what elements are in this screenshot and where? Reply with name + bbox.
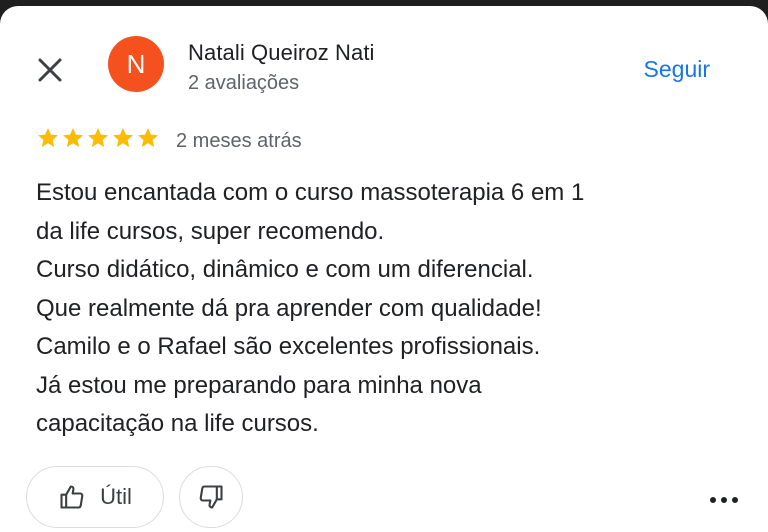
star-icon <box>113 128 133 147</box>
helpful-button[interactable]: Útil <box>26 466 164 528</box>
more-horizontal-icon <box>710 497 738 503</box>
review-text-line: capacitação na life cursos. <box>36 410 319 437</box>
follow-button[interactable]: Seguir <box>644 56 710 83</box>
thumbs-up-icon <box>60 485 84 509</box>
more-options-button[interactable] <box>700 482 748 518</box>
review-text-line: Estou encantada com o curso massoterapia… <box>36 179 585 206</box>
star-icon <box>88 128 108 147</box>
star-icon <box>63 128 83 147</box>
review-text-line: Camilo e o Rafael são excelentes profiss… <box>36 333 541 360</box>
review-text-line: Já estou me preparando para minha nova <box>36 371 482 399</box>
review-text-line: da life cursos, super recomendo. <box>36 217 385 245</box>
helpful-label: Útil <box>100 484 132 509</box>
star-icon <box>38 128 58 147</box>
unhelpful-button[interactable] <box>179 466 243 528</box>
avatar[interactable]: N <box>108 36 164 92</box>
reviewer-review-count: 2 avaliações <box>188 72 300 94</box>
star-icon <box>138 128 158 147</box>
close-button[interactable] <box>30 50 70 90</box>
review-date: 2 meses atrás <box>176 130 302 152</box>
review-text: Estou encantada com o curso massoterapia… <box>36 174 746 444</box>
thumbs-down-icon <box>199 485 223 509</box>
review-text-line: Curso didático, dinâmico e com um difere… <box>36 256 534 283</box>
review-sheet: N Natali Queiroz Nati 2 avaliações Segui… <box>0 6 768 532</box>
review-text-line: Que realmente dá pra aprender com qualid… <box>36 294 542 322</box>
close-icon <box>38 58 62 82</box>
star-rating <box>36 126 160 150</box>
reviewer-name[interactable]: Natali Queiroz Nati <box>188 40 375 66</box>
avatar-initial: N <box>126 48 146 79</box>
